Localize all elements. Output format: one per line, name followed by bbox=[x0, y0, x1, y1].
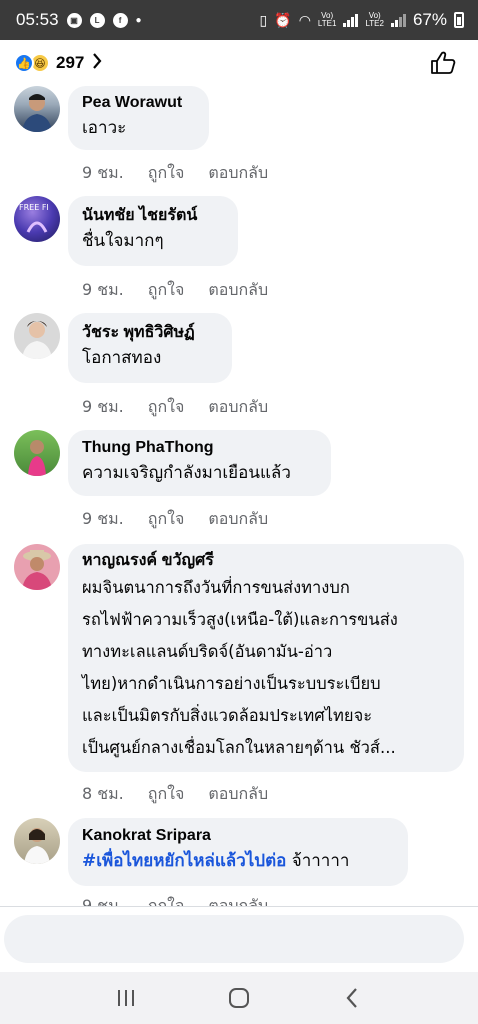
reply-link[interactable]: ตอบกลับ bbox=[208, 507, 268, 532]
hashtag-link[interactable]: #เพื่อไทยหยักไหล่แล้วไปต่อ bbox=[82, 851, 286, 871]
comment-text: ชื่นใจมากๆ bbox=[82, 231, 164, 251]
comment-bubble[interactable]: Pea Worawut เอาวะ bbox=[68, 86, 209, 150]
comment-composer bbox=[0, 906, 478, 972]
comment-input[interactable] bbox=[4, 915, 464, 963]
comment-text: จ้าาาาา bbox=[286, 851, 350, 871]
comment-author[interactable]: Thung PhaThong bbox=[82, 437, 317, 459]
avatar[interactable] bbox=[14, 430, 60, 476]
avatar[interactable] bbox=[14, 313, 60, 359]
comment-author[interactable]: หาญณรงค์ ขวัญศรี bbox=[82, 550, 450, 572]
home-icon bbox=[228, 988, 249, 1008]
avatar[interactable] bbox=[14, 544, 60, 590]
recents-button[interactable] bbox=[106, 978, 146, 1018]
like-reaction-icon: 👍 bbox=[14, 53, 34, 73]
back-button[interactable] bbox=[332, 978, 372, 1018]
avatar[interactable] bbox=[14, 86, 60, 132]
battery-percent: 67% bbox=[412, 10, 447, 29]
reply-link[interactable]: ตอบกลับ bbox=[208, 782, 268, 807]
reply-link[interactable]: ตอบกลับ bbox=[208, 161, 268, 186]
reaction-count: 297 bbox=[56, 53, 85, 72]
line-notification-icon: L bbox=[89, 12, 105, 28]
battery-icon bbox=[454, 12, 464, 28]
comment-author[interactable]: Pea Worawut bbox=[82, 92, 195, 114]
system-nav-bar bbox=[0, 972, 478, 1024]
comment-time: 8 ชม. bbox=[82, 784, 124, 803]
status-bar: 05:53 ▣ L f ● ▯ ⏰ ◠ Vo) LTE1 Vo) LTE2 67… bbox=[0, 0, 478, 40]
back-icon bbox=[346, 988, 357, 1008]
reply-link[interactable]: ตอบกลับ bbox=[208, 278, 268, 303]
comment-time: 9 ชม. bbox=[82, 163, 124, 182]
comment-time: 9 ชม. bbox=[82, 397, 124, 416]
comment-text: ความเจริญกำลังมาเยือนแล้ว bbox=[82, 463, 291, 483]
comment-author[interactable]: Kanokrat Sripara bbox=[82, 825, 394, 847]
avatar[interactable] bbox=[14, 818, 60, 864]
lte1-label: Vo) LTE1 bbox=[317, 11, 337, 28]
like-link[interactable]: ถูกใจ bbox=[148, 161, 185, 186]
comment-text: เอาวะ bbox=[82, 118, 127, 138]
reactions-summary[interactable]: 👍 😆 297 bbox=[0, 40, 478, 86]
home-button[interactable] bbox=[219, 978, 259, 1018]
like-link[interactable]: ถูกใจ bbox=[148, 782, 185, 807]
signal1-icon bbox=[343, 13, 359, 27]
comment-bubble[interactable]: นันทชัย ไชยรัตน์ ชื่นใจมากๆ bbox=[68, 196, 238, 266]
comment-bubble[interactable]: Kanokrat Sripara #เพื่อไทยหยักไหล่แล้วไป… bbox=[68, 818, 408, 886]
clock: 05:53 bbox=[16, 10, 59, 29]
signal2-icon bbox=[390, 13, 406, 27]
comment-text: ผมจินตนาการถึงวันที่การขนส่งทางบก รถไฟฟ้… bbox=[82, 578, 398, 757]
like-link[interactable]: ถูกใจ bbox=[148, 395, 185, 420]
comment-time: 9 ชม. bbox=[82, 280, 124, 299]
wifi-icon: ◠ bbox=[298, 11, 311, 28]
comment-bubble[interactable]: หาญณรงค์ ขวัญศรี ผมจินตนาการถึงวันที่การ… bbox=[68, 544, 464, 772]
reply-link[interactable]: ตอบกลับ bbox=[208, 395, 268, 420]
comment-bubble[interactable]: วัชระ พุทธิวิศิษฏ์ โอกาสทอง bbox=[68, 313, 232, 383]
thumbs-up-icon[interactable] bbox=[430, 51, 456, 75]
gallery-notification-icon: ▣ bbox=[66, 12, 82, 28]
recents-icon bbox=[118, 990, 135, 1006]
like-link[interactable]: ถูกใจ bbox=[148, 278, 185, 303]
more-notifications-icon: ● bbox=[135, 14, 142, 26]
svg-text:FREE FI: FREE FI bbox=[19, 203, 49, 212]
battery-saver-icon: ▯ bbox=[259, 11, 268, 28]
comment-author[interactable]: นันทชัย ไชยรัตน์ bbox=[82, 205, 224, 227]
alarm-icon: ⏰ bbox=[274, 11, 292, 28]
comment-bubble[interactable]: Thung PhaThong ความเจริญกำลังมาเยือนแล้ว bbox=[68, 430, 331, 496]
comment-time: 9 ชม. bbox=[82, 509, 124, 528]
comment-text: โอกาสทอง bbox=[82, 348, 162, 368]
like-link[interactable]: ถูกใจ bbox=[148, 507, 185, 532]
avatar[interactable]: FREE FI bbox=[14, 196, 60, 242]
comment-author[interactable]: วัชระ พุทธิวิศิษฏ์ bbox=[82, 322, 218, 344]
lte2-label: Vo) LTE2 bbox=[365, 11, 384, 28]
chevron-right-icon bbox=[92, 52, 102, 74]
facebook-notification-icon: f bbox=[112, 12, 128, 28]
